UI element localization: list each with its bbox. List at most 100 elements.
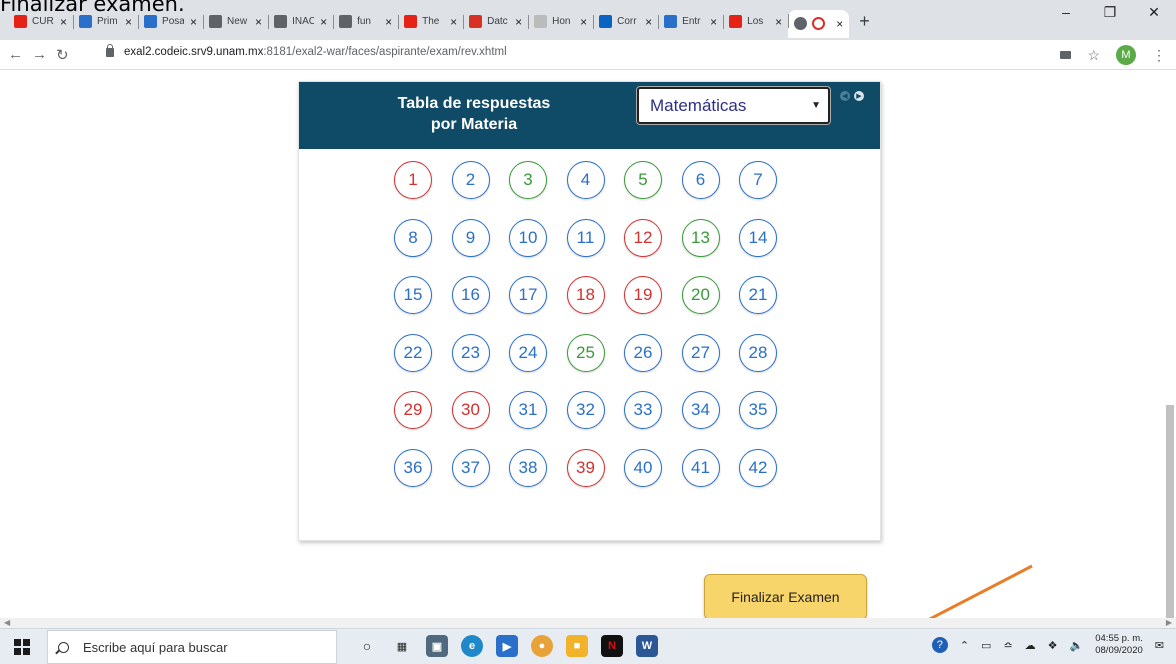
finish-exam-button[interactable]: Finalizar Examen [704,574,867,620]
question-6-button[interactable]: 6 [681,161,720,199]
prev-icon[interactable]: ◀ [840,91,850,101]
netflix-icon[interactable]: N [601,635,623,657]
question-3-button[interactable]: 3 [509,161,547,199]
browser-tab[interactable]: fun × [333,11,398,33]
close-tab-icon[interactable]: × [836,17,843,31]
question-17-button[interactable]: 17 [509,276,547,314]
store-icon[interactable]: ▣ [426,635,448,657]
question-26-button[interactable]: 26 [624,333,662,372]
word-icon[interactable]: W [636,635,658,657]
question-19-button[interactable]: 19 [624,276,662,314]
edge-icon[interactable]: e [461,635,483,657]
browser-tab[interactable]: Hon × [528,11,593,33]
clock[interactable]: 04:55 p. m. 08/09/2020 [1095,633,1143,657]
more-menu-icon[interactable]: ⋮ [1152,47,1166,64]
dropbox-icon[interactable]: ❖ [1048,639,1058,652]
browser-tab[interactable]: Corr × [593,11,658,33]
question-2-button[interactable]: 2 [451,161,490,199]
browser-tab[interactable]: INAC × [268,11,333,33]
question-16-button[interactable]: 16 [451,276,490,314]
question-38-button[interactable]: 38 [509,448,547,487]
close-tab-icon[interactable]: × [60,15,67,29]
question-7-button[interactable]: 7 [739,161,777,199]
bookmark-star-icon[interactable]: ☆ [1087,47,1100,64]
question-42-button[interactable]: 42 [739,448,777,487]
question-22-button[interactable]: 22 [394,333,432,372]
close-tab-icon[interactable]: × [255,15,262,29]
question-8-button[interactable]: 8 [394,218,432,257]
close-tab-icon[interactable]: × [125,15,132,29]
question-18-button[interactable]: 18 [566,276,605,314]
question-31-button[interactable]: 31 [509,391,547,429]
vertical-scrollbar[interactable] [1166,405,1174,625]
browser-tab[interactable]: Datc × [463,11,528,33]
question-15-button[interactable]: 15 [394,276,432,314]
volume-icon[interactable]: 🔈 [1070,639,1084,652]
question-33-button[interactable]: 33 [624,391,662,429]
restore-icon[interactable]: ❐ [1088,4,1132,21]
task-view-icon[interactable]: ▦ [391,635,413,657]
browser-tab-active[interactable]: × [788,9,850,38]
wifi-icon[interactable]: ≏ [1003,639,1012,652]
chrome-icon[interactable]: ● [531,635,553,657]
question-41-button[interactable]: 41 [681,448,720,487]
windows-start-icon[interactable] [14,639,30,655]
question-36-button[interactable]: 36 [394,448,432,487]
question-39-button[interactable]: 39 [566,448,605,487]
question-20-button[interactable]: 20 [681,276,720,314]
cloud-icon[interactable]: ☁ [1025,639,1036,652]
close-tab-icon[interactable]: × [710,15,717,29]
subject-select[interactable]: Matemáticas ▼ [637,87,830,124]
close-tab-icon[interactable]: × [385,15,392,29]
profile-avatar[interactable]: M [1116,45,1136,65]
question-34-button[interactable]: 34 [681,391,720,429]
address-bar[interactable]: exal2.codeic.srv9.unam.mx:8181/exal2-war… [106,43,507,58]
question-40-button[interactable]: 40 [624,448,662,487]
scroll-right-icon[interactable]: ▶ [1166,618,1172,627]
close-tab-icon[interactable]: × [580,15,587,29]
back-icon[interactable]: ← [8,46,23,63]
close-tab-icon[interactable]: × [645,15,652,29]
question-35-button[interactable]: 35 [739,391,777,429]
question-11-button[interactable]: 11 [566,218,605,257]
close-tab-icon[interactable]: × [320,15,327,29]
browser-tab[interactable]: New × [203,11,268,33]
question-30-button[interactable]: 30 [451,391,490,429]
question-37-button[interactable]: 37 [451,448,490,487]
browser-tab[interactable]: The × [398,11,463,33]
reload-icon[interactable]: ↻ [56,46,69,64]
media-player-icon[interactable]: ▶ [496,635,518,657]
close-tab-icon[interactable]: × [515,15,522,29]
question-1-button[interactable]: 1 [394,161,432,199]
question-27-button[interactable]: 27 [681,333,720,372]
horizontal-scrollbar[interactable]: ◀ ▶ [0,618,1176,628]
battery-icon[interactable]: ▭ [981,639,991,652]
question-9-button[interactable]: 9 [451,218,490,257]
minimize-icon[interactable]: – [1044,4,1088,21]
question-28-button[interactable]: 28 [739,333,777,372]
browser-tab[interactable]: Los × [723,11,788,33]
forward-icon[interactable]: → [32,46,47,63]
next-icon[interactable]: ▶ [854,91,864,101]
question-13-button[interactable]: 13 [681,218,720,257]
scroll-left-icon[interactable]: ◀ [4,618,10,627]
question-25-button[interactable]: 25 [566,333,605,372]
cortana-icon[interactable]: ○ [356,635,378,657]
close-tab-icon[interactable]: × [190,15,197,29]
question-23-button[interactable]: 23 [451,333,490,372]
question-32-button[interactable]: 32 [566,391,605,429]
chevron-up-icon[interactable]: ⌃ [960,639,969,652]
question-5-button[interactable]: 5 [624,161,662,199]
new-tab-icon[interactable]: + [859,11,870,32]
question-10-button[interactable]: 10 [509,218,547,257]
camera-icon[interactable] [1060,51,1072,59]
browser-tab[interactable]: Entr × [658,11,723,33]
close-tab-icon[interactable]: × [775,15,782,29]
question-24-button[interactable]: 24 [509,333,547,372]
question-14-button[interactable]: 14 [739,218,777,257]
question-4-button[interactable]: 4 [566,161,605,199]
notifications-icon[interactable]: ✉ [1155,639,1164,652]
close-tab-icon[interactable]: × [450,15,457,29]
question-21-button[interactable]: 21 [739,276,777,314]
question-12-button[interactable]: 12 [624,218,662,257]
